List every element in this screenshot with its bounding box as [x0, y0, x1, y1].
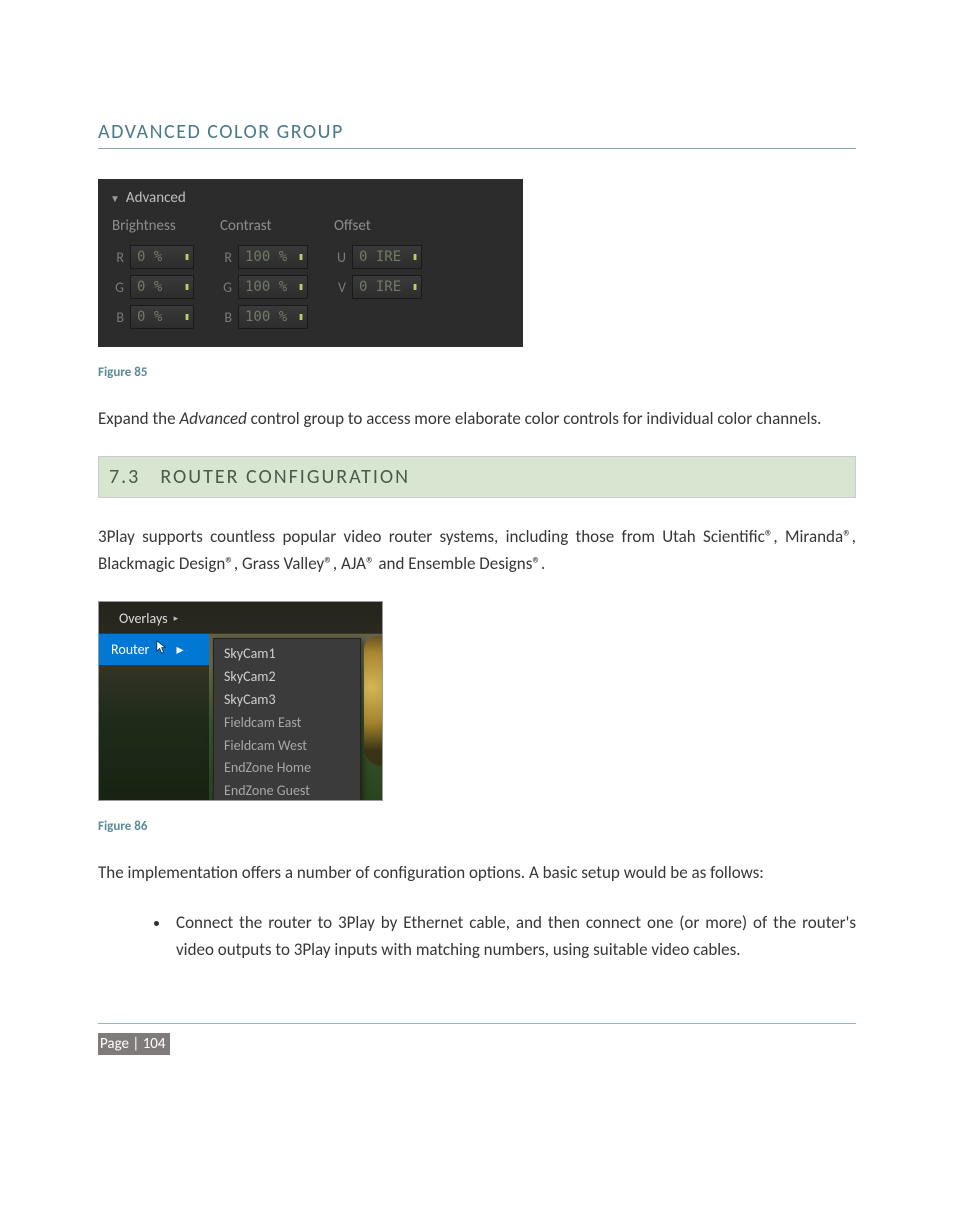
channel-b: B	[218, 309, 232, 326]
channel-g: G	[218, 279, 232, 296]
advanced-panel: ▼ Advanced Brightness R0 %▮ G0 %▮ B0 %▮ …	[98, 179, 523, 347]
spinner-icon[interactable]: ▮	[298, 312, 304, 323]
brightness-column: Brightness R 0 %▮ G 0 %▮ B 0 %▮	[110, 217, 194, 329]
footer-rule	[98, 1023, 856, 1024]
offset-column: Offset U 0 IRE▮ V 0 IRE▮	[332, 217, 422, 329]
spinner-icon[interactable]: ▮	[412, 282, 418, 293]
section-number: 7.3	[109, 465, 140, 489]
paragraph-advanced-expand: Expand the Advanced control group to acc…	[98, 406, 856, 432]
router-menu-item[interactable]: EndZone Guest	[214, 780, 360, 801]
advanced-header[interactable]: ▼ Advanced	[110, 189, 511, 207]
router-menu-item[interactable]: EndZone Home	[214, 757, 360, 780]
chevron-right-icon: ▸	[174, 613, 179, 624]
collapse-triangle-icon[interactable]: ▼	[110, 192, 120, 205]
paragraph-router-support: 3Play supports countless popular video r…	[98, 524, 856, 577]
channel-b: B	[110, 309, 124, 326]
router-menu-item[interactable]: SkyCam3	[214, 689, 360, 712]
channel-g: G	[110, 279, 124, 296]
advanced-header-label: Advanced	[126, 189, 186, 207]
contrast-label: Contrast	[218, 217, 308, 235]
router-submenu: SkyCam1 SkyCam2 SkyCam3 Fieldcam East Fi…	[213, 638, 361, 801]
contrast-column: Contrast R 100 %▮ G 100 %▮ B 100 %▮	[218, 217, 308, 329]
offset-v-input[interactable]: 0 IRE▮	[352, 275, 422, 299]
section-name: ROUTER CONFIGURATION	[160, 465, 410, 489]
spinner-icon[interactable]: ▮	[298, 252, 304, 263]
chevron-right-icon: ▸	[176, 641, 183, 658]
spinner-icon[interactable]: ▮	[184, 312, 190, 323]
spinner-icon[interactable]: ▮	[298, 282, 304, 293]
bullet-connect-router: Connect the router to 3Play by Ethernet …	[170, 910, 856, 963]
offset-u-input[interactable]: 0 IRE▮	[352, 245, 422, 269]
spinner-icon[interactable]: ▮	[184, 252, 190, 263]
offset-label: Offset	[332, 217, 422, 235]
channel-u: U	[332, 249, 346, 266]
section-7-3-header: 7.3 ROUTER CONFIGURATION	[98, 456, 856, 498]
side-menu: Router ▸	[99, 634, 209, 800]
router-side-label: Router	[111, 641, 149, 658]
router-menu-item[interactable]: SkyCam1	[214, 643, 360, 666]
paragraph-config-options: The implementation offers a number of co…	[98, 860, 856, 886]
contrast-g-input[interactable]: 100 %▮	[238, 275, 308, 299]
spinner-icon[interactable]: ▮	[184, 282, 190, 293]
figure-86-label: Figure 86	[98, 819, 856, 834]
brightness-g-input[interactable]: 0 %▮	[130, 275, 194, 299]
setup-bullet-list: Connect the router to 3Play by Ethernet …	[152, 910, 856, 963]
tab-bar: Overlays ▸	[99, 602, 382, 634]
contrast-b-input[interactable]: 100 %▮	[238, 305, 308, 329]
router-screenshot: Overlays ▸ Router ▸ SkyCam1 SkyCam2 SkyC…	[98, 601, 383, 801]
figure-85-label: Figure 85	[98, 365, 856, 380]
router-menu-item[interactable]: Fieldcam West	[214, 735, 360, 758]
brightness-b-input[interactable]: 0 %▮	[130, 305, 194, 329]
section-title-advanced-color: ADVANCED COLOR GROUP	[98, 120, 856, 149]
channel-r: R	[218, 249, 232, 266]
background-image-fragment	[364, 636, 382, 766]
router-side-item[interactable]: Router ▸	[99, 634, 209, 665]
page-number: Page | 104	[98, 1033, 170, 1055]
spinner-icon[interactable]: ▮	[412, 252, 418, 263]
overlays-tab[interactable]: Overlays ▸	[105, 602, 192, 633]
router-menu-item[interactable]: Fieldcam East	[214, 712, 360, 735]
router-menu-item[interactable]: SkyCam2	[214, 666, 360, 689]
brightness-r-input[interactable]: 0 %▮	[130, 245, 194, 269]
cursor-icon	[155, 640, 170, 659]
channel-r: R	[110, 249, 124, 266]
contrast-r-input[interactable]: 100 %▮	[238, 245, 308, 269]
brightness-label: Brightness	[110, 217, 194, 235]
channel-v: V	[332, 279, 346, 296]
overlays-tab-label: Overlays	[119, 610, 168, 627]
